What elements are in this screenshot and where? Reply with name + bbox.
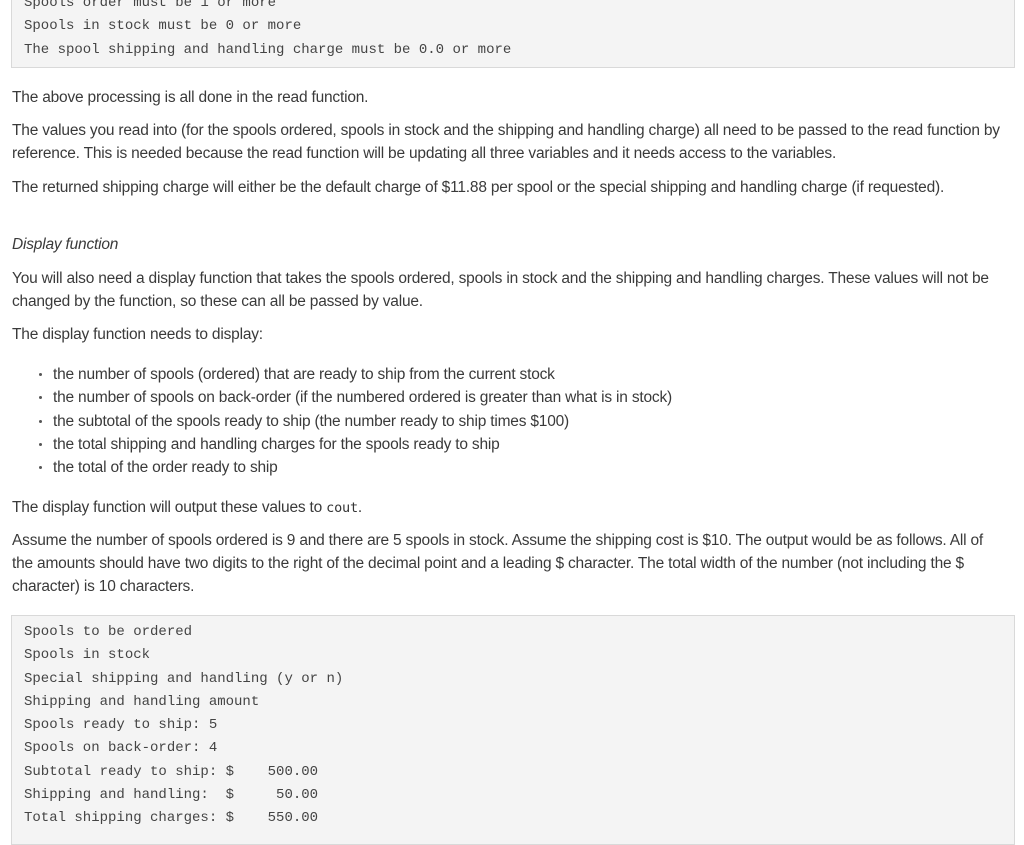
display-requirements-list: the number of spools (ordered) that are … [36, 363, 672, 479]
code-line: Spools in stock must be 0 or more [24, 18, 302, 35]
code-line: Special shipping and handling (y or n) [24, 670, 344, 687]
list-item: the subtotal of the spools ready to ship… [36, 410, 672, 433]
code-line: Shipping and handling amount [24, 693, 260, 710]
list-item: the number of spools (ordered) that are … [36, 363, 672, 386]
code-line: Subtotal ready to ship: $ 500.00 [24, 763, 319, 780]
code-line: Spools ready to ship: 5 [24, 717, 218, 734]
list-item: the number of spools on back-order (if t… [36, 386, 672, 409]
paragraph-display-needs: The display function needs to display: [12, 326, 263, 343]
code-line: Spools on back-order: 4 [24, 740, 218, 757]
bullet-icon [39, 396, 42, 400]
paragraph-cout-output: The display function will output these v… [12, 499, 362, 516]
subheading-display-function: Display function [12, 236, 119, 253]
code-line: Spools to be ordered [24, 624, 193, 640]
paragraph-example-assumptions: Assume the number of spools ordered is 9… [12, 532, 984, 595]
list-item: the total of the order ready to ship [36, 456, 672, 479]
bullet-icon [39, 442, 42, 446]
bullet-icon [39, 466, 42, 470]
list-item: the total shipping and handling charges … [36, 433, 672, 456]
paragraph-pass-by-reference: The values you read into (for the spools… [12, 122, 1000, 162]
paragraph-shipping-charge: The returned shipping charge will either… [12, 179, 945, 196]
paragraph-read-processing: The above processing is all done in the … [12, 89, 369, 106]
code-line: Spools in stock [24, 647, 151, 664]
bullet-icon [39, 373, 42, 376]
bullet-icon [39, 419, 42, 423]
validation-messages-code-block: Spools order must be 1 or more Spools in … [11, 0, 1015, 68]
code-line: Spools order must be 1 or more [24, 0, 277, 11]
code-line: The spool shipping and handling charge m… [24, 41, 512, 58]
code-line: Total shipping charges: $ 550.00 [24, 810, 319, 827]
sample-output-code-block: Spools to be ordered Spools in stock Speci… [11, 615, 1015, 845]
inline-code-cout: cout [326, 500, 358, 516]
paragraph-display-function: You will also need a display function th… [12, 270, 989, 310]
code-line: Shipping and handling: $ 50.00 [24, 787, 319, 804]
